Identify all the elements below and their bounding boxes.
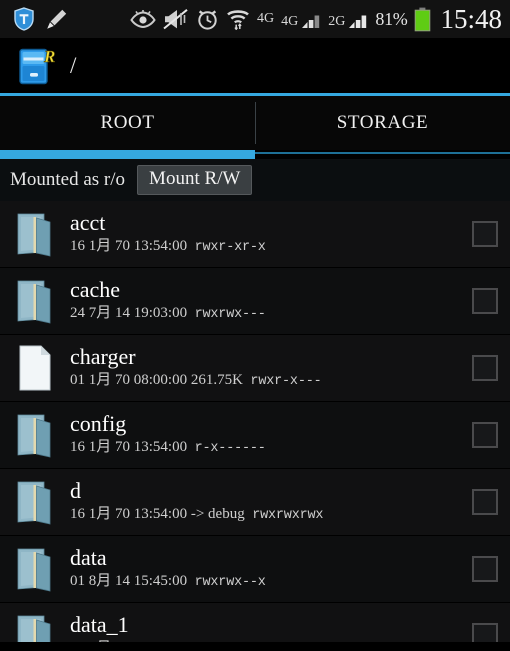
wifi-icon	[226, 8, 250, 30]
file-row[interactable]: data_116 1月 70 13:54:00 rwxrwx--x	[0, 603, 510, 642]
file-detail: 24 7月 14 19:03:00 rwxrwx---	[70, 305, 266, 323]
file-select-checkbox[interactable]	[472, 623, 498, 642]
tab-bar: ROOT STORAGE	[0, 96, 510, 150]
svg-text:R: R	[43, 47, 55, 66]
tab-root-label: ROOT	[100, 112, 155, 133]
network-label-2g: 2G	[328, 14, 346, 29]
file-row[interactable]: d 16 1月 70 13:54:00 -> debug rwxrwxrwx	[0, 469, 510, 536]
file-name: config	[70, 412, 127, 437]
file-row-text: d 16 1月 70 13:54:00 -> debug rwxrwxrwx	[70, 479, 462, 524]
folder-icon	[14, 610, 58, 642]
file-row[interactable]: charger 01 1月 70 08:00:00 261.75K rwxr-x-…	[0, 335, 510, 402]
file-select-checkbox[interactable]	[472, 221, 498, 247]
tab-storage-label: STORAGE	[336, 112, 429, 133]
root-explorer-icon: R	[18, 46, 56, 86]
folder-icon	[14, 476, 58, 528]
tab-inactive-indicator	[255, 150, 510, 159]
tab-storage[interactable]: STORAGE	[255, 96, 510, 150]
file-row[interactable]: data 01 8月 14 15:45:00 rwxrwx--x	[0, 536, 510, 603]
file-select-checkbox[interactable]	[472, 422, 498, 448]
file-detail: 16 1月 70 13:54:00 -> debug rwxrwxrwx	[70, 506, 324, 524]
file-row-text: charger 01 1月 70 08:00:00 261.75K rwxr-x-…	[70, 345, 462, 390]
tab-indicator-strip	[0, 150, 510, 159]
folder-icon	[14, 409, 58, 461]
file-row-text: data 01 8月 14 15:45:00 rwxrwx--x	[70, 546, 462, 591]
file-row[interactable]: cache 24 7月 14 19:03:00 rwxrwx---	[0, 268, 510, 335]
battery-percent-label: 81%	[375, 9, 408, 29]
file-select-checkbox[interactable]	[472, 355, 498, 381]
file-row[interactable]: acct 16 1月 70 13:54:00 rwxr-xr-x	[0, 201, 510, 268]
status-bar-right-icons: 4G 4G 2G 81% 15:48	[130, 3, 502, 34]
battery-icon	[414, 7, 431, 32]
network-label-4g-secondary: 4G	[281, 14, 299, 29]
pencil-icon	[46, 8, 68, 30]
signal-bars-1: 4G	[281, 9, 321, 29]
alarm-clock-icon	[196, 8, 219, 31]
eye-icon	[130, 9, 156, 29]
file-select-checkbox[interactable]	[472, 489, 498, 515]
file-name: data	[70, 546, 107, 571]
status-bar-clock: 15:48	[440, 3, 502, 34]
file-row-text: acct 16 1月 70 13:54:00 rwxr-xr-x	[70, 211, 462, 256]
status-bar-left-icons	[14, 7, 68, 31]
shield-icon	[14, 7, 34, 31]
file-name: d	[70, 479, 81, 504]
file-select-checkbox[interactable]	[472, 556, 498, 582]
phone-screen: 4G 4G 2G 81% 15:48 R / ROOT STORAGE Moun…	[0, 0, 510, 651]
file-name: data_1	[70, 613, 129, 638]
mount-rw-button[interactable]: Mount R/W	[137, 165, 253, 195]
status-bar: 4G 4G 2G 81% 15:48	[0, 0, 510, 38]
file-name: charger	[70, 345, 136, 370]
file-icon	[14, 342, 58, 394]
tab-active-indicator	[0, 150, 255, 159]
mount-status-bar: Mounted as r/o Mount R/W	[0, 159, 510, 201]
app-header-bar: R /	[0, 38, 510, 93]
file-select-checkbox[interactable]	[472, 288, 498, 314]
file-detail: 16 1月 70 13:54:00 rwxrwx--x	[70, 639, 462, 642]
folder-icon	[14, 275, 58, 327]
mount-status-label: Mounted as r/o	[10, 169, 126, 190]
file-name: acct	[70, 211, 106, 236]
tab-root[interactable]: ROOT	[0, 96, 255, 150]
file-detail: 16 1月 70 13:54:00 rwxr-xr-x	[70, 238, 266, 256]
vibrate-mute-icon	[163, 8, 189, 30]
file-row-text: config 16 1月 70 13:54:00 r-x------	[70, 412, 462, 457]
file-row-text: cache 24 7月 14 19:03:00 rwxrwx---	[70, 278, 462, 323]
file-row[interactable]: config 16 1月 70 13:54:00 r-x------	[0, 402, 510, 469]
folder-icon	[14, 543, 58, 595]
file-detail: 16 1月 70 13:54:00 r-x------	[70, 439, 266, 457]
current-path: /	[70, 53, 77, 78]
file-row-text: data_116 1月 70 13:54:00 rwxrwx--x	[70, 613, 462, 642]
file-detail: 01 1月 70 08:00:00 261.75K rwxr-x---	[70, 372, 322, 390]
signal-bars-2: 2G	[328, 9, 368, 29]
file-list[interactable]: acct 16 1月 70 13:54:00 rwxr-xr-x cache 24 7…	[0, 201, 510, 642]
file-detail: 01 8月 14 15:45:00 rwxrwx--x	[70, 573, 266, 591]
file-name: cache	[70, 278, 121, 303]
network-label-4g-primary: 4G	[257, 11, 275, 26]
folder-icon	[14, 208, 58, 260]
